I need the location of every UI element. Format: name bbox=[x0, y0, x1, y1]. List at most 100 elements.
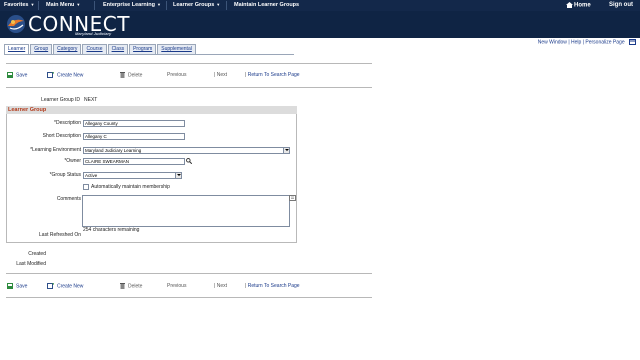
connect-logo-icon bbox=[7, 15, 25, 33]
tab-class[interactable]: Class bbox=[107, 44, 129, 54]
learner-groups-label: Learner Groups bbox=[173, 2, 215, 8]
divider bbox=[6, 297, 372, 298]
create-new-label: Create New bbox=[57, 283, 84, 290]
chevron-down-icon[interactable] bbox=[283, 148, 289, 153]
new-window-link[interactable]: New Window bbox=[538, 39, 567, 45]
description-label: *Description bbox=[54, 120, 81, 126]
enterprise-learning-label: Enterprise Learning bbox=[103, 2, 155, 8]
save-icon bbox=[7, 72, 13, 78]
tab-category[interactable]: Category bbox=[53, 44, 82, 54]
previous-button[interactable]: Previous bbox=[167, 72, 186, 78]
save-button[interactable]: Save bbox=[7, 72, 27, 78]
bottom-toolbar: Save Create New Delete Previous | Next |… bbox=[7, 283, 367, 292]
tab-supplemental[interactable]: Supplemental bbox=[157, 44, 196, 54]
maintain-learner-groups-crumb[interactable]: Maintain Learner Groups bbox=[234, 2, 299, 8]
save-label: Save bbox=[16, 72, 28, 79]
main-menu-label: Main Menu bbox=[46, 2, 75, 8]
chevron-down-icon: ▼ bbox=[76, 2, 81, 7]
previous-button[interactable]: Previous bbox=[167, 283, 186, 289]
short-description-label: Short Description bbox=[42, 133, 81, 139]
help-link[interactable]: Help bbox=[571, 39, 581, 45]
learner-group-id-value: NEXT bbox=[84, 97, 98, 103]
save-label: Save bbox=[16, 283, 28, 290]
create-new-icon bbox=[47, 72, 54, 78]
last-refreshed-label: Last Refreshed On bbox=[39, 232, 81, 238]
learner-groups-menu[interactable]: Learner Groups ▼ bbox=[173, 2, 220, 8]
group-status-label: *Group Status bbox=[49, 172, 81, 178]
learner-group-id-label: Learner Group ID bbox=[41, 97, 80, 103]
return-to-search-label: Return To Search Page bbox=[247, 283, 300, 289]
learning-environment-select[interactable]: Maryland Judiciary Learning bbox=[83, 147, 290, 154]
create-new-icon bbox=[47, 283, 54, 289]
chevron-down-icon: ▼ bbox=[30, 2, 35, 7]
divider bbox=[38, 1, 39, 10]
tab-program[interactable]: Program bbox=[129, 44, 157, 54]
short-description-input[interactable]: Allegany C bbox=[83, 133, 185, 140]
delete-button[interactable]: Delete bbox=[120, 72, 142, 78]
owner-label: *Owner bbox=[64, 158, 81, 164]
maintain-learner-groups-label: Maintain Learner Groups bbox=[234, 2, 300, 8]
top-navigation-bar: Favorites ▼ Main Menu ▼ Enterprise Learnin… bbox=[0, 0, 640, 11]
auto-membership-checkbox[interactable] bbox=[83, 184, 89, 190]
create-new-button[interactable]: Create New bbox=[47, 72, 83, 78]
chars-remaining: 254 characters remaining bbox=[83, 227, 140, 233]
home-link[interactable]: Home bbox=[566, 2, 591, 9]
owner-input[interactable]: CLAIRE SWEARMAN bbox=[83, 158, 185, 165]
save-button[interactable]: Save bbox=[7, 283, 27, 289]
learning-environment-value: Maryland Judiciary Learning bbox=[85, 148, 142, 153]
return-to-search-link[interactable]: | Return To Search Page bbox=[245, 72, 300, 78]
divider bbox=[166, 1, 167, 10]
header-links: New Window | Help | Personalize Page bbox=[538, 39, 636, 45]
comments-textarea[interactable] bbox=[82, 195, 290, 227]
comments-label: Comments bbox=[56, 196, 81, 202]
divider bbox=[226, 1, 227, 10]
search-icon[interactable] bbox=[186, 158, 192, 164]
chevron-down-icon: ▼ bbox=[156, 2, 161, 7]
chevron-down-icon: ▼ bbox=[216, 2, 221, 7]
last-modified-label: Last Modified bbox=[16, 261, 46, 267]
top-toolbar: Save Create New Delete Previous | Next |… bbox=[7, 72, 367, 81]
personalize-page-link[interactable]: Personalize Page bbox=[585, 39, 624, 45]
create-new-button[interactable]: Create New bbox=[47, 283, 83, 289]
return-to-search-link[interactable]: | Return To Search Page bbox=[245, 283, 300, 289]
divider bbox=[94, 1, 95, 10]
home-label: Home bbox=[574, 2, 591, 9]
main-menu[interactable]: Main Menu ▼ bbox=[46, 2, 80, 8]
chevron-down-icon[interactable] bbox=[175, 173, 181, 178]
next-button[interactable]: | Next bbox=[214, 72, 227, 78]
next-button[interactable]: | Next bbox=[214, 283, 227, 289]
favorites-menu[interactable]: Favorites ▼ bbox=[4, 2, 34, 8]
tab-divider bbox=[4, 54, 294, 55]
trash-icon bbox=[120, 283, 125, 289]
previous-label: Previous bbox=[167, 283, 187, 289]
divider bbox=[6, 63, 372, 64]
create-new-label: Create New bbox=[57, 72, 84, 79]
sign-out-label: Sign out bbox=[609, 2, 633, 8]
learning-environment-label: *Learning Environment bbox=[30, 147, 81, 153]
expand-editor-icon[interactable] bbox=[289, 195, 296, 201]
divider bbox=[6, 273, 372, 274]
delete-label: Delete bbox=[128, 72, 143, 79]
tab-group[interactable]: Group bbox=[30, 44, 53, 54]
favorites-label: Favorites bbox=[4, 2, 29, 8]
trash-icon bbox=[120, 72, 125, 78]
tab-course[interactable]: Course bbox=[82, 44, 107, 54]
brand-subtitle: Maryland Judiciary bbox=[75, 31, 112, 36]
delete-button[interactable]: Delete bbox=[120, 283, 142, 289]
next-label: Next bbox=[216, 283, 227, 289]
description-input[interactable]: Allegany County bbox=[83, 120, 185, 127]
home-icon bbox=[566, 2, 573, 8]
created-label: Created bbox=[28, 251, 46, 257]
page-tabs: Learner Group Category Course Class Prog… bbox=[4, 44, 197, 54]
next-label: Next bbox=[216, 72, 227, 78]
enterprise-learning-menu[interactable]: Enterprise Learning ▼ bbox=[103, 2, 161, 8]
group-status-select[interactable]: Active bbox=[83, 172, 182, 179]
page-options-icon[interactable] bbox=[629, 39, 636, 45]
group-status-value: Active bbox=[85, 173, 98, 178]
section-title: Learner Group bbox=[6, 106, 297, 114]
save-icon bbox=[7, 283, 13, 289]
delete-label: Delete bbox=[128, 283, 143, 290]
tab-learner[interactable]: Learner bbox=[4, 44, 30, 54]
return-to-search-label: Return To Search Page bbox=[247, 72, 300, 78]
sign-out-link[interactable]: Sign out bbox=[609, 2, 633, 8]
